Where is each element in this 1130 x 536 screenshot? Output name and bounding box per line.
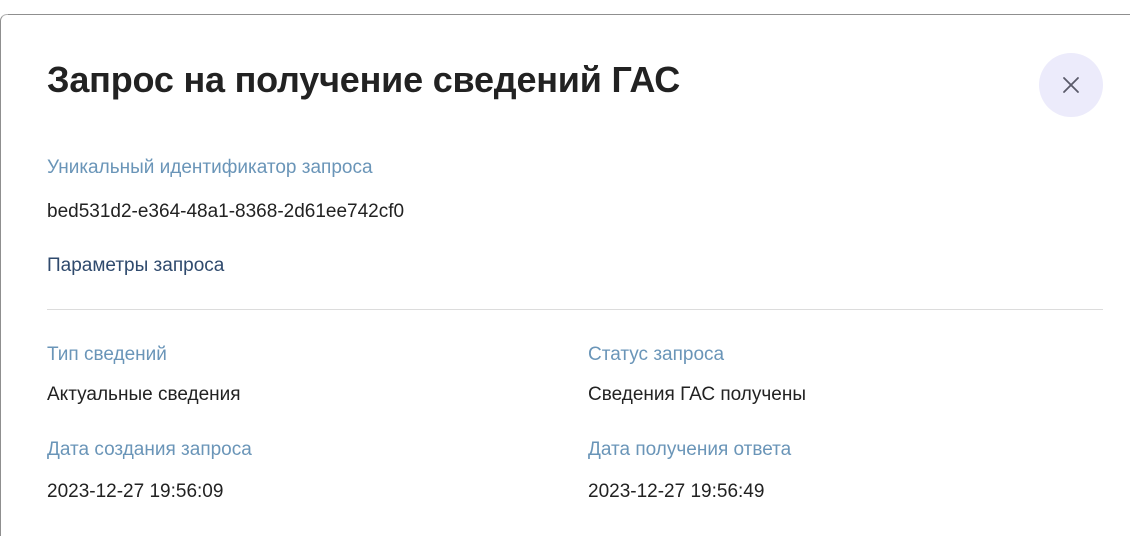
response-date-label: Дата получения ответа	[588, 439, 792, 460]
created-date-value: 2023-12-27 19:56:09	[47, 481, 224, 502]
dialog-title: Запрос на получение сведений ГАС	[47, 59, 681, 100]
info-type-label: Тип сведений	[47, 344, 167, 365]
status-value: Сведения ГАС получены	[588, 384, 806, 405]
close-icon	[1062, 76, 1080, 94]
response-date-value: 2023-12-27 19:56:49	[588, 481, 765, 502]
close-button[interactable]	[1039, 53, 1103, 117]
request-details-dialog: Запрос на получение сведений ГАС Уникаль…	[0, 0, 1130, 536]
request-id-label: Уникальный идентификатор запроса	[47, 157, 373, 178]
section-divider	[47, 309, 1103, 310]
dialog-left-edge	[0, 14, 9, 536]
created-date-label: Дата создания запроса	[47, 439, 252, 460]
params-section-title: Параметры запроса	[47, 255, 225, 276]
dialog-top-edge	[8, 14, 1130, 15]
status-label: Статус запроса	[588, 344, 725, 365]
info-type-value: Актуальные сведения	[47, 384, 241, 405]
request-id-value: bed531d2-e364-48a1-8368-2d61ee742cf0	[47, 201, 405, 222]
